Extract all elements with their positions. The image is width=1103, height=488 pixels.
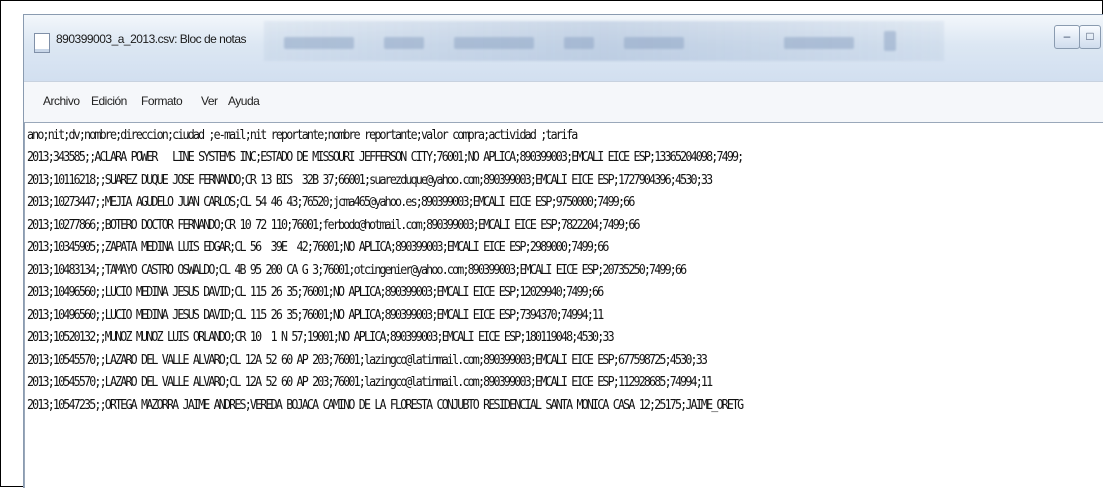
text-line: ano;nit;dv;nombre;direccion;ciudad ;e-ma… — [27, 127, 578, 143]
text-line: 2013;10345905;;ZAPATA MEDINA LUIS EDGAR;… — [27, 239, 609, 255]
text-line: 2013;10496560;;LUCIO MEDINA JESUS DAVID;… — [27, 307, 604, 323]
notepad-window: 890399003_a_2013.csv: Bloc de notas – □ … — [23, 14, 1103, 488]
notepad-icon — [34, 33, 50, 53]
blurred-item — [384, 37, 424, 49]
text-line: 2013;10273447;;MEJIA AGUDELO JUAN CARLOS… — [27, 194, 635, 210]
text-line: 2013;10547235;;ORTEGA MAZORRA JAIME ANDR… — [27, 397, 744, 413]
title-bar[interactable]: 890399003_a_2013.csv: Bloc de notas – □ — [24, 15, 1103, 81]
menu-formato[interactable]: Formato — [141, 94, 183, 108]
text-line: 2013;10483134;;TAMAYO CASTRO OSWALDO;CL … — [27, 262, 687, 278]
text-line: 2013;10545570;;LAZARO DEL VALLE ALVARO;C… — [27, 352, 708, 368]
blurred-item — [284, 37, 354, 49]
text-line: 2013;10496560;;LUCIO MEDINA JESUS DAVID;… — [27, 284, 604, 300]
maximize-button[interactable]: □ — [1079, 25, 1101, 49]
menu-archivo[interactable]: Archivo — [43, 94, 80, 108]
text-line: 2013;10520132;;MUNOZ MUNOZ LUIS ORLANDO;… — [27, 329, 615, 345]
taskbar-blur — [264, 21, 944, 61]
blurred-item — [784, 37, 854, 49]
text-editor[interactable]: ano;nit;dv;nombre;direccion;ciudad ;e-ma… — [24, 122, 1103, 488]
menu-bar: Archivo Edición Formato Ver Ayuda — [24, 81, 1103, 123]
text-line: 2013;10116218;;SUAREZ DUQUE JOSE FERNAND… — [27, 172, 713, 188]
blurred-item — [454, 37, 534, 49]
minimize-button[interactable]: – — [1054, 25, 1080, 49]
text-line: 2013;10545570;;LAZARO DEL VALLE ALVARO;C… — [27, 374, 713, 390]
blurred-item — [884, 31, 896, 51]
menu-edicion[interactable]: Edición — [91, 94, 127, 108]
text-line: 2013;10277866;;BOTERO DOCTOR FERNANDO;CR… — [27, 217, 641, 233]
window-title: 890399003_a_2013.csv: Bloc de notas — [56, 32, 247, 46]
menu-ayuda[interactable]: Ayuda — [228, 94, 260, 108]
blurred-item — [564, 37, 594, 49]
text-line: 2013;343585;;ACLARA POWER LINE SYSTEMS I… — [27, 149, 744, 165]
menu-ver[interactable]: Ver — [201, 94, 218, 108]
blurred-item — [624, 37, 684, 49]
